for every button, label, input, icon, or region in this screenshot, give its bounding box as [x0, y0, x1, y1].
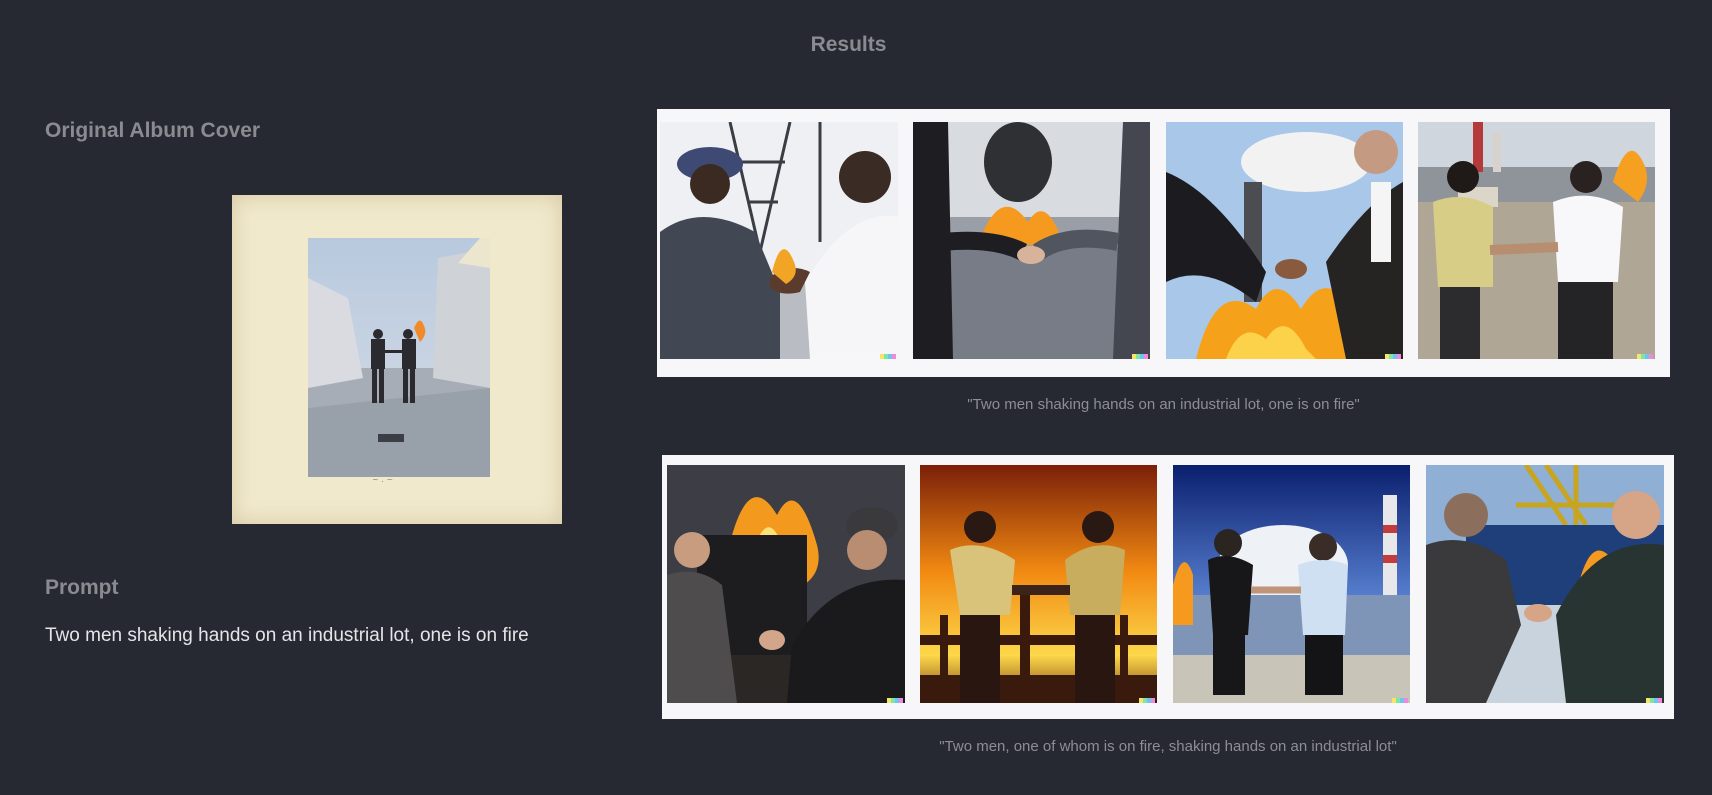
generated-watermark	[880, 354, 896, 359]
generated-watermark	[1385, 354, 1401, 359]
original-album-heading: Original Album Cover	[45, 119, 261, 142]
generated-watermark	[1646, 698, 1662, 703]
album-photo	[308, 238, 490, 477]
generated-image-3-art	[1166, 122, 1403, 359]
results-page: Results Original Album Cover ~ . ~ Promp…	[0, 0, 1712, 795]
generated-watermark	[1637, 354, 1653, 359]
generated-image-1-art	[660, 122, 898, 359]
generated-watermark	[887, 698, 903, 703]
result-grid-2	[662, 455, 1674, 719]
result-grid-2-caption: "Two men, one of whom is on fire, shakin…	[939, 738, 1397, 755]
generated-image-7-art	[1173, 465, 1410, 703]
generated-watermark	[1392, 698, 1408, 703]
generated-watermark	[1139, 698, 1155, 703]
generated-image-4[interactable]	[1418, 122, 1655, 359]
generated-image-8[interactable]	[1426, 465, 1664, 703]
generated-image-3[interactable]	[1166, 122, 1403, 359]
results-title: Results	[810, 33, 887, 56]
generated-image-6-art	[920, 465, 1157, 703]
original-album-cover-image: ~ . ~	[232, 195, 562, 524]
result-grid-1-caption: "Two men shaking hands on an industrial …	[967, 396, 1360, 413]
generated-image-6[interactable]	[920, 465, 1157, 703]
generated-image-8-art	[1426, 465, 1664, 703]
generated-watermark	[1132, 354, 1148, 359]
generated-image-5[interactable]	[667, 465, 905, 703]
generated-image-7[interactable]	[1173, 465, 1410, 703]
generated-image-5-art	[667, 465, 905, 703]
prompt-heading: Prompt	[45, 576, 119, 599]
album-signature: ~ . ~	[372, 475, 394, 484]
generated-image-4-art	[1418, 122, 1655, 359]
generated-image-1[interactable]	[660, 122, 898, 359]
generated-image-2-art	[913, 122, 1150, 359]
prompt-text: Two men shaking hands on an industrial l…	[45, 625, 529, 646]
generated-image-2[interactable]	[913, 122, 1150, 359]
result-grid-1	[657, 109, 1670, 377]
